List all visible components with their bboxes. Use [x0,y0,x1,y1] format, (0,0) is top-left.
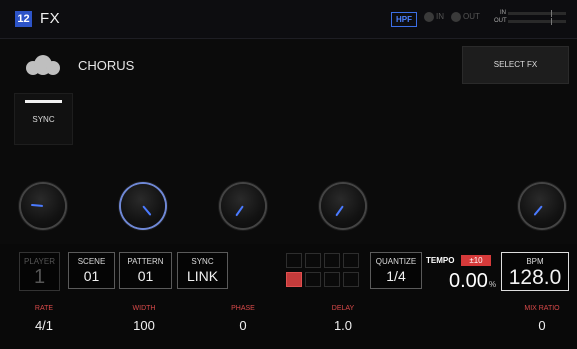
sync-indicator-bar [25,100,62,103]
param-value-width: 100 [133,318,155,333]
sync-toggle-label: SYNC [32,115,55,124]
meter-out [508,18,566,25]
tempo-value: 0.00 [449,270,488,292]
step-cell[interactable] [305,253,321,268]
page-title: FX [40,10,61,27]
out-led-icon [451,12,461,22]
param-value-rate: 4/1 [34,318,54,333]
step-cell[interactable] [343,253,359,268]
player-select[interactable]: PLAYER 1 [19,252,60,291]
scene-value: 01 [83,268,100,284]
meter-in-label: IN [500,10,506,16]
scene-select[interactable]: SCENE 01 [68,252,115,289]
tempo-label: TEMPO [426,256,455,265]
pattern-label: PATTERN [127,257,164,266]
quantize-label: QUANTIZE [375,257,417,266]
meter-out-label: OUT [494,18,507,24]
param-label-delay: DELAY [331,305,355,312]
in-indicator: IN [424,12,444,22]
player-value: 1 [33,266,46,288]
sync-mode-label: SYNC [191,257,214,266]
quantize-value: 1/4 [386,268,406,284]
header-bar: 12 FX HPF IN OUT IN OUT [0,0,577,39]
step-cell[interactable] [324,253,340,268]
step-cell-active[interactable] [286,272,302,287]
in-led-icon [424,12,434,22]
pattern-select[interactable]: PATTERN 01 [119,252,172,289]
param-label-rate: RATE [34,305,54,312]
sync-toggle-button[interactable]: SYNC [14,93,73,145]
out-label: OUT [463,12,480,22]
quantize-select[interactable]: QUANTIZE 1/4 [370,252,422,289]
pattern-value: 01 [137,268,154,284]
cloud-icon [26,55,60,77]
channel-badge: 12 [15,11,32,27]
effect-name: CHORUS [78,58,135,73]
param-value-mix-ratio: 0 [538,318,546,333]
hpf-button[interactable]: HPF [391,12,417,27]
bpm-display[interactable]: BPM 128.0 [501,252,569,291]
player-label: PLAYER [24,257,55,266]
meter-in [508,10,566,17]
select-fx-button[interactable]: SELECT FX [462,46,569,84]
delay-knob[interactable] [321,184,365,228]
tempo-range-badge[interactable]: ±10 [461,255,491,266]
in-label: IN [436,12,444,22]
param-value-phase: 0 [239,318,247,333]
rate-knob[interactable] [21,184,65,228]
out-indicator: OUT [451,12,480,22]
phase-knob[interactable] [221,184,265,228]
param-label-phase: PHASE [231,305,255,312]
step-cell[interactable] [286,253,302,268]
tempo-unit: % [489,280,497,289]
mix-ratio-knob[interactable] [520,184,564,228]
param-value-delay: 1.0 [333,318,353,333]
width-knob[interactable] [121,184,165,228]
step-cell[interactable] [305,272,321,287]
fx-screen: 12 FX HPF IN OUT IN OUT CHORUS SELECT FX… [0,0,577,349]
step-cell[interactable] [324,272,340,287]
bpm-value: 128.0 [508,266,562,289]
step-grid [286,253,362,288]
sync-mode-select[interactable]: SYNC LINK [177,252,228,289]
param-label-width: WIDTH [132,305,156,312]
bpm-label: BPM [526,257,544,266]
param-label-mix-ratio: MIX RATIO [524,305,560,312]
scene-label: SCENE [77,257,106,266]
sync-mode-value: LINK [186,268,219,284]
step-cell[interactable] [343,272,359,287]
